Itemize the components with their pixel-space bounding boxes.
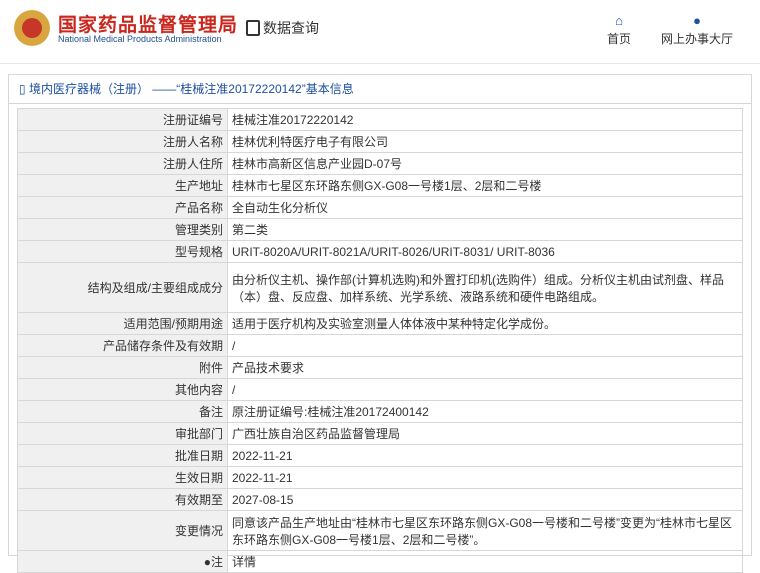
field-value: 桂械注准20172220142 [227, 108, 743, 131]
table-row: 产品储存条件及有效期 / [17, 334, 743, 357]
table-row: 备注 原注册证编号:桂械注准20172400142 [17, 400, 743, 423]
data-query-link[interactable]: 数据查询 [246, 18, 319, 38]
field-value: 第二类 [227, 218, 743, 241]
field-label: 注册证编号 [17, 108, 228, 131]
field-value: 桂林优利特医疗电子有限公司 [227, 130, 743, 153]
field-value: 同意该产品生产地址由“桂林市七星区东环路东侧GX-G08一号楼和二号楼”变更为“… [227, 510, 743, 551]
field-label: 注册人住所 [17, 152, 228, 175]
table-row: 注册人名称 桂林优利特医疗电子有限公司 [17, 130, 743, 153]
field-label: 适用范围/预期用途 [17, 312, 228, 335]
table-row: 适用范围/预期用途 适用于医疗机构及实验室测量人体体液中某种特定化学成份。 [17, 312, 743, 335]
table-row: ●注 详情 [17, 550, 743, 573]
data-query-icon [246, 20, 260, 36]
table-row: 生产地址 桂林市七星区东环路东侧GX-G08一号楼1层、2层和二号楼 [17, 174, 743, 197]
field-label: 生产地址 [17, 174, 228, 197]
field-value: 桂林市七星区东环路东侧GX-G08一号楼1层、2层和二号楼 [227, 174, 743, 197]
nav-hall-label: 网上办事大厅 [661, 32, 734, 46]
table-row: 注册证编号 桂械注准20172220142 [17, 108, 743, 131]
field-label: 管理类别 [17, 218, 228, 241]
field-value: 产品技术要求 [227, 356, 743, 379]
field-label: 产品储存条件及有效期 [17, 334, 228, 357]
field-label: 结构及组成/主要组成成分 [17, 262, 228, 313]
field-label: 变更情况 [17, 510, 228, 551]
table-row: 附件 产品技术要求 [17, 356, 743, 379]
user-icon: ● [693, 13, 701, 28]
field-value: 由分析仪主机、操作部(计算机选购)和外置打印机(选购件）组成。分析仪主机由试剂盘… [227, 262, 743, 313]
field-value: / [227, 334, 743, 357]
brand-name-cn: 国家药品监督管理局 [58, 15, 239, 36]
field-value: 全自动生化分析仪 [227, 196, 743, 219]
field-label: 注册人名称 [17, 130, 228, 153]
field-label: ●注 [17, 550, 228, 573]
section-title-text: 境内医疗器械（注册） ——“桂械注准20172220142”基本信息 [28, 82, 354, 96]
field-label: 审批部门 [17, 422, 228, 445]
document-icon: ▯ [19, 82, 26, 96]
home-icon: ⌂ [615, 13, 623, 28]
field-label: 备注 [17, 400, 228, 423]
table-row: 生效日期 2022-11-21 [17, 466, 743, 489]
table-row: 有效期至 2027-08-15 [17, 488, 743, 511]
pin-icon: ● [203, 555, 211, 569]
nav-home-label: 首页 [607, 32, 632, 46]
table-row: 其他内容 / [17, 378, 743, 401]
table-row: 管理类别 第二类 [17, 218, 743, 241]
site-header: 国家药品监督管理局 National Medical Products Admi… [0, 0, 760, 64]
field-label: 生效日期 [17, 466, 228, 489]
field-value: URIT-8020A/URIT-8021A/URIT-8026/URIT-803… [227, 240, 743, 263]
data-query-label: 数据查询 [263, 20, 319, 36]
field-label: 附件 [17, 356, 228, 379]
brand-name-en: National Medical Products Administration [58, 34, 222, 44]
national-emblem-icon [14, 10, 50, 46]
field-label: 其他内容 [17, 378, 228, 401]
field-value: / [227, 378, 743, 401]
field-label: 产品名称 [17, 196, 228, 219]
field-value: 广西壮族自治区药品监督管理局 [227, 422, 743, 445]
nav-online-hall[interactable]: ● 网上办事大厅 [661, 12, 733, 47]
table-row: 产品名称 全自动生化分析仪 [17, 196, 743, 219]
details-link[interactable]: 详情 [227, 550, 743, 573]
field-value: 2022-11-21 [227, 466, 743, 489]
table-row: 型号规格 URIT-8020A/URIT-8021A/URIT-8026/URIT… [17, 240, 743, 263]
field-label: 批准日期 [17, 444, 228, 467]
table-row: 审批部门 广西壮族自治区药品监督管理局 [17, 422, 743, 445]
nav-home[interactable]: ⌂ 首页 [607, 12, 631, 47]
field-value: 适用于医疗机构及实验室测量人体体液中某种特定化学成份。 [227, 312, 743, 335]
info-table: 注册证编号 桂械注准20172220142 注册人名称 桂林优利特医疗电子有限公司 注册… [17, 108, 743, 573]
section-title: ▯ 境内医疗器械（注册） ——“桂械注准20172220142”基本信息 [9, 75, 751, 104]
table-row: 注册人住所 桂林市高新区信息产业园D-07号 [17, 152, 743, 175]
table-row: 结构及组成/主要组成成分 由分析仪主机、操作部(计算机选购)和外置打印机(选购件）… [17, 262, 743, 313]
field-label: 型号规格 [17, 240, 228, 263]
field-value: 桂林市高新区信息产业园D-07号 [227, 152, 743, 175]
info-section: ▯ 境内医疗器械（注册） ——“桂械注准20172220142”基本信息 注册证… [8, 74, 752, 573]
field-label: 有效期至 [17, 488, 228, 511]
field-value: 2022-11-21 [227, 444, 743, 467]
field-value: 原注册证编号:桂械注准20172400142 [227, 400, 743, 423]
field-value: 2027-08-15 [227, 488, 743, 511]
table-row: 批准日期 2022-11-21 [17, 444, 743, 467]
table-row: 变更情况 同意该产品生产地址由“桂林市七星区东环路东侧GX-G08一号楼和二号楼”… [17, 510, 743, 551]
